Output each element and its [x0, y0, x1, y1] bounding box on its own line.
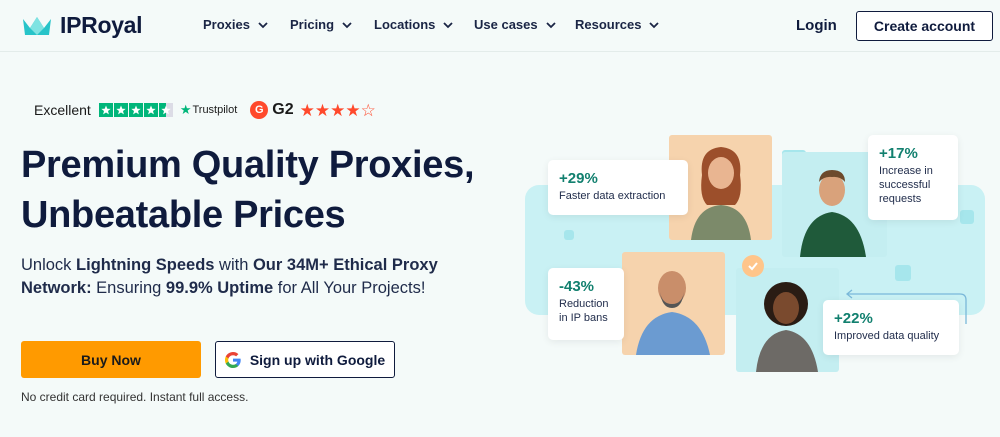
google-icon — [224, 351, 241, 368]
half-star-icon — [158, 103, 173, 117]
star-icon — [143, 103, 158, 117]
decor-square — [895, 265, 911, 281]
stat-label: Increase in successful requests — [879, 165, 933, 205]
star-icon: ★ — [299, 100, 315, 120]
sub-bold: 99.9% Uptime — [165, 279, 274, 297]
crown-logo-icon — [23, 16, 51, 35]
google-signup-button[interactable]: Sign up with Google — [215, 341, 395, 378]
create-account-button[interactable]: Create account — [856, 11, 993, 41]
logo[interactable]: IPRoyal — [21, 12, 143, 39]
chevron-down-icon — [545, 21, 556, 28]
hero-title-line-2: Unbeatable Prices — [21, 194, 346, 236]
stat-value: -43% — [559, 278, 595, 295]
ratings-bar: Excellent ★ Trustpilot G G2 ★ ★ ★ ★ ☆ — [34, 101, 376, 119]
sub-text: Unlock — [21, 256, 77, 274]
decor-square — [564, 230, 574, 240]
half-star-icon: ☆ — [360, 100, 376, 120]
no-card-note: No credit card required. Instant full ac… — [21, 390, 249, 404]
menu-locations[interactable]: Locations — [374, 17, 474, 32]
sub-bold: Lightning Speeds — [76, 256, 215, 274]
stat-value: +22% — [834, 310, 873, 327]
decor-square — [960, 210, 974, 224]
stat-value: +29% — [559, 170, 598, 187]
g2-label: G2 — [272, 101, 294, 118]
stat-card-extraction: +29% Faster data extraction — [548, 160, 688, 215]
menu-label: Resources — [575, 17, 642, 32]
menu-pricing[interactable]: Pricing — [290, 17, 374, 32]
stat-label: Faster data extraction — [559, 190, 666, 202]
hero-illustration: +29% Faster data extraction +17% Increas… — [520, 130, 990, 380]
menu-label: Use cases — [474, 17, 538, 32]
stat-card-requests: +17% Increase in successful requests — [868, 135, 958, 220]
g2-stars: ★ ★ ★ ★ ☆ — [300, 102, 376, 119]
photo-man-2 — [622, 252, 725, 355]
sub-text: Ensuring — [91, 279, 166, 297]
top-navbar: IPRoyal Proxies Pricing Locations Use ca… — [0, 0, 1000, 52]
chevron-down-icon — [342, 21, 352, 28]
g2-logo-icon: G — [250, 101, 269, 119]
stat-card-ip-bans: -43% Reduction in IP bans — [548, 268, 624, 340]
trustpilot-label: Trustpilot — [192, 104, 238, 116]
menu-label: Pricing — [290, 17, 335, 32]
menu-label: Proxies — [203, 17, 250, 32]
stat-label: Reduction in IP bans — [559, 298, 609, 324]
stat-value: +17% — [879, 145, 918, 162]
g2-rating: G G2 ★ ★ ★ ★ ☆ — [250, 101, 376, 119]
brand-name: IPRoyal — [60, 12, 143, 38]
login-link[interactable]: Login — [796, 17, 837, 34]
menu-proxies[interactable]: Proxies — [203, 17, 290, 32]
stat-label: Improved data quality — [834, 330, 940, 342]
check-badge-icon — [742, 255, 764, 277]
sub-text: with — [214, 256, 253, 274]
chevron-down-icon — [443, 21, 454, 28]
star-icon: ★ — [314, 100, 331, 120]
menu-use-cases[interactable]: Use cases — [474, 17, 575, 32]
hero-title-line-1: Premium Quality Proxies, — [21, 144, 475, 186]
main-menu: Proxies Pricing Locations Use cases Reso… — [203, 17, 660, 32]
sub-text: for All Your Projects! — [273, 279, 426, 297]
chevron-down-icon — [258, 21, 268, 28]
star-icon: ★ — [330, 100, 346, 120]
star-icon — [98, 103, 113, 117]
hero-title: Premium Quality Proxies, Unbeatable Pric… — [21, 140, 501, 240]
star-icon: ★ — [345, 100, 361, 120]
hero-subtitle: Unlock Lightning Speeds with Our 34M+ Et… — [21, 254, 461, 300]
star-icon — [113, 103, 128, 117]
google-signup-label: Sign up with Google — [249, 351, 386, 368]
stat-card-data-quality: +22% Improved data quality — [823, 300, 959, 355]
star-icon — [128, 103, 143, 117]
chevron-down-icon — [649, 21, 660, 28]
menu-label: Locations — [374, 17, 436, 32]
trustpilot-rating-text: Excellent — [34, 102, 91, 118]
menu-resources[interactable]: Resources — [575, 17, 660, 32]
trustpilot-logo: ★ Trustpilot — [180, 102, 237, 118]
trustpilot-stars — [98, 103, 174, 117]
trustpilot-star-icon: ★ — [179, 102, 192, 117]
buy-now-button[interactable]: Buy Now — [21, 341, 201, 378]
